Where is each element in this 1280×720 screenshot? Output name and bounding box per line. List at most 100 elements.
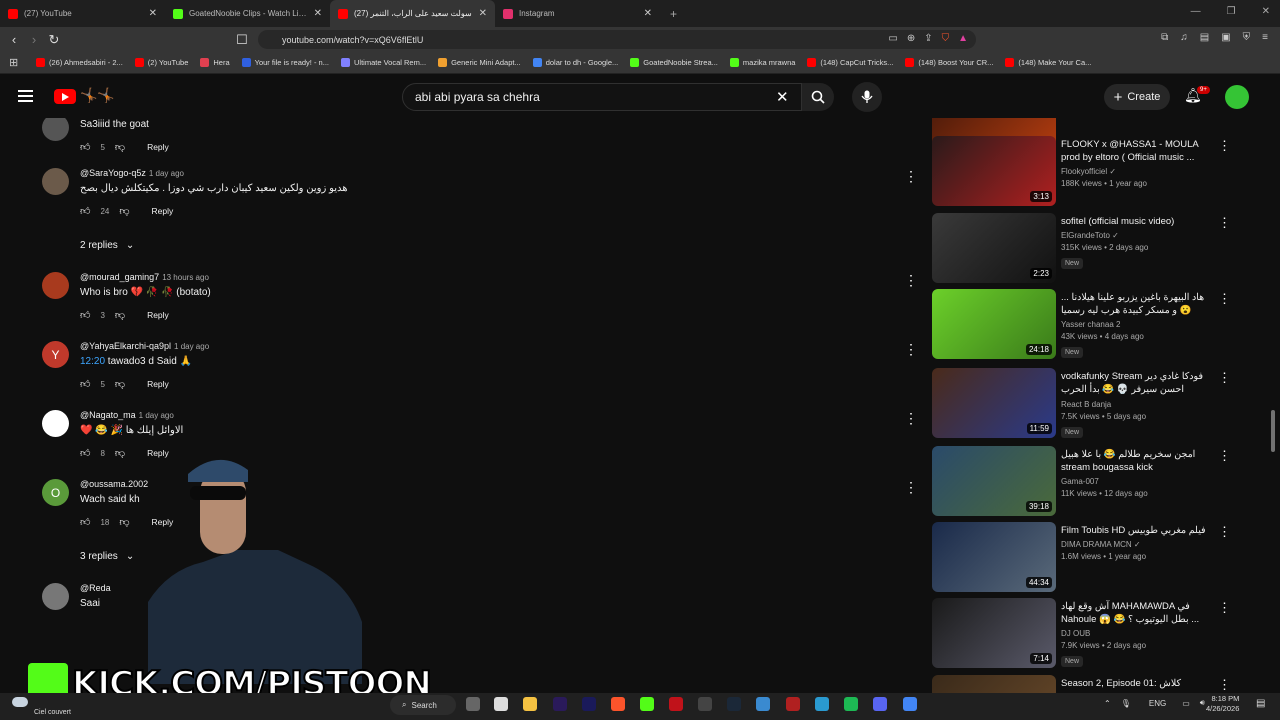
video-thumbnail[interactable]: 24:18: [932, 289, 1056, 359]
comment-author[interactable]: @SaraYogo-q5z: [80, 168, 146, 178]
video-channel[interactable]: Yasser chanaa 2: [1061, 320, 1211, 329]
like-icon[interactable]: 👍︎: [80, 447, 90, 459]
clear-search-icon[interactable]: ✕: [776, 88, 789, 106]
bookmark-item[interactable]: dolar to dh - Google...: [532, 58, 618, 67]
video-more-icon[interactable]: ⋮: [1218, 215, 1231, 231]
recommended-video[interactable]: 7:14 آش وقع لهاد MAHAMAWDA في Nahoule 😱 😂…: [932, 598, 1242, 668]
comment-avatar[interactable]: [42, 272, 69, 299]
bookmark-item[interactable]: (148) CapCut Tricks...: [807, 58, 893, 67]
dislike-icon[interactable]: 👎︎: [115, 309, 125, 321]
recommended-video[interactable]: 11:59 vodkafunky Stream فودكا غادي دير اح…: [932, 368, 1242, 438]
video-more-icon[interactable]: ⋮: [1218, 448, 1231, 464]
forward-icon[interactable]: ›: [24, 32, 44, 47]
page-scrollbar[interactable]: [1271, 410, 1275, 452]
video-thumbnail[interactable]: 3:13: [932, 136, 1056, 206]
apps-grid-icon[interactable]: ⊞: [9, 56, 18, 69]
brave-shield-icon[interactable]: ⛉: [942, 33, 950, 44]
spotify-icon[interactable]: [844, 697, 858, 711]
url-field[interactable]: youtube.com/watch?v=xQ6V6flEtlU ▭ ⊕ ⇪ ⛉ …: [258, 30, 976, 49]
menu-hamburger-icon[interactable]: [18, 90, 33, 102]
comment-avatar[interactable]: [42, 410, 69, 437]
comment-avatar[interactable]: [42, 118, 69, 141]
video-more-icon[interactable]: ⋮: [1218, 600, 1231, 616]
reply-button[interactable]: Reply: [147, 379, 169, 389]
comment-avatar[interactable]: [42, 583, 69, 610]
search-button[interactable]: [802, 83, 834, 111]
video-more-icon[interactable]: ⋮: [1218, 370, 1231, 386]
premiere-pro-icon[interactable]: [553, 697, 567, 711]
network-icon[interactable]: ▭: [1182, 699, 1190, 708]
video-title[interactable]: sofitel (official music video): [1061, 215, 1211, 228]
video-thumbnail[interactable]: 39:18: [932, 446, 1056, 516]
cast-icon[interactable]: ▭: [888, 33, 897, 44]
comment-more-icon[interactable]: ⋮: [904, 410, 918, 427]
dislike-icon[interactable]: 👎︎: [119, 205, 129, 217]
video-title[interactable]: امجن سخريم طلالم 😂 با علا هبيل stream bo…: [1061, 448, 1211, 474]
video-thumbnail[interactable]: 7:14: [932, 598, 1056, 668]
red-app-icon[interactable]: [669, 697, 683, 711]
browser-tab[interactable]: GoatedNoobie Clips - Watch Live on ✕: [165, 0, 330, 27]
pen-app-icon[interactable]: [494, 697, 508, 711]
file-explorer-icon[interactable]: [523, 697, 537, 711]
recommended-video[interactable]: 44:34 Film Toubis HD فيلم مغربي طوبيس DIMA…: [932, 522, 1242, 592]
after-effects-icon[interactable]: [582, 697, 596, 711]
shield-icon[interactable]: ⛨: [1243, 32, 1251, 43]
browser-tab[interactable]: (27) YouTube ✕: [0, 0, 165, 27]
menu-icon[interactable]: ≡: [1262, 32, 1268, 43]
comment-more-icon[interactable]: ⋮: [904, 168, 918, 185]
volume-icon[interactable]: 🔊︎: [1200, 698, 1205, 708]
bookmark-item[interactable]: (2) YouTube: [134, 58, 188, 67]
video-title[interactable]: vodkafunky Stream فودكا غادي دير احسن سي…: [1061, 370, 1211, 397]
show-replies-button[interactable]: 2 replies ⌄: [80, 240, 134, 251]
comment-more-icon[interactable]: ⋮: [904, 479, 918, 496]
tab-close-icon[interactable]: ✕: [314, 8, 322, 19]
back-icon[interactable]: ‹: [4, 32, 24, 47]
bookmark-item[interactable]: mazika mrawna: [729, 58, 795, 67]
tray-mic-icon[interactable]: 🎙︎: [1121, 699, 1131, 708]
zoom-icon[interactable]: ⊕: [907, 33, 915, 44]
tab-close-icon[interactable]: ✕: [644, 8, 652, 19]
new-tab-icon[interactable]: +: [670, 7, 677, 21]
browser-tab[interactable]: (27) سولت سعيد على الراب، التنمر ✕: [330, 0, 495, 27]
dislike-icon[interactable]: 👎︎: [115, 447, 125, 459]
video-thumbnail[interactable]: 44:34: [932, 522, 1056, 592]
video-more-icon[interactable]: ⋮: [1218, 524, 1231, 540]
wallet-icon[interactable]: ▣: [1221, 32, 1230, 43]
reply-button[interactable]: Reply: [147, 142, 169, 152]
account-avatar[interactable]: [1225, 85, 1249, 109]
video-title[interactable]: Season 2, Episode 01: كلاش: [1061, 677, 1211, 690]
comment-author[interactable]: @mourad_gaming7: [80, 272, 159, 282]
comment-avatar[interactable]: O: [42, 479, 69, 506]
comment-time[interactable]: 1 day ago: [174, 342, 209, 351]
comment-author[interactable]: @Reda: [80, 583, 111, 593]
recommended-video[interactable]: 39:18 امجن سخريم طلالم 😂 با علا هبيل stre…: [932, 446, 1242, 516]
bookmark-item[interactable]: Generic Mini Adapt...: [438, 58, 521, 67]
comment-avatar[interactable]: [42, 168, 69, 195]
bookmark-item[interactable]: Hera: [200, 58, 230, 67]
video-channel[interactable]: ElGrandeToto ✓: [1061, 231, 1211, 240]
taskbar-clock[interactable]: 8:18 PM 4/26/2026: [1206, 694, 1239, 714]
tab-close-icon[interactable]: ✕: [149, 8, 157, 19]
steam-icon[interactable]: [727, 697, 741, 711]
like-icon[interactable]: 👍︎: [80, 309, 90, 321]
chrome-icon[interactable]: [903, 697, 917, 711]
bookmark-item[interactable]: (148) Make Your Ca...: [1005, 58, 1091, 67]
dislike-icon[interactable]: 👎︎: [115, 378, 125, 390]
video-title[interactable]: Film Toubis HD فيلم مغربي طوبيس: [1061, 524, 1211, 537]
dislike-icon[interactable]: 👎︎: [115, 141, 125, 153]
bookmark-icon[interactable]: ☐: [232, 32, 252, 48]
recommended-video[interactable]: Season 2, Episode 01: كلاش ⋮: [932, 675, 1242, 693]
like-icon[interactable]: 👍︎: [80, 378, 90, 390]
extensions-icon[interactable]: ⧉: [1161, 32, 1168, 43]
video-title[interactable]: آش وقع لهاد MAHAMAWDA في Nahoule 😱 😂 بطل…: [1061, 600, 1211, 626]
bookmark-item[interactable]: (148) Boost Your CR...: [905, 58, 993, 67]
comment-time[interactable]: 13 hours ago: [162, 273, 209, 282]
rewards-icon[interactable]: ▲: [958, 33, 968, 44]
comment-timestamp-link[interactable]: 12:20: [80, 356, 105, 367]
bookmark-item[interactable]: Your file is ready! - n...: [241, 58, 329, 67]
weather-cloud-icon[interactable]: [12, 697, 28, 707]
comment-time[interactable]: 1 day ago: [139, 411, 174, 420]
adobe-icon[interactable]: [786, 697, 800, 711]
reload-icon[interactable]: ↻: [44, 32, 64, 48]
video-title[interactable]: FLOOKY x @HASSA1 - MOULA prod by eltoro …: [1061, 138, 1211, 164]
